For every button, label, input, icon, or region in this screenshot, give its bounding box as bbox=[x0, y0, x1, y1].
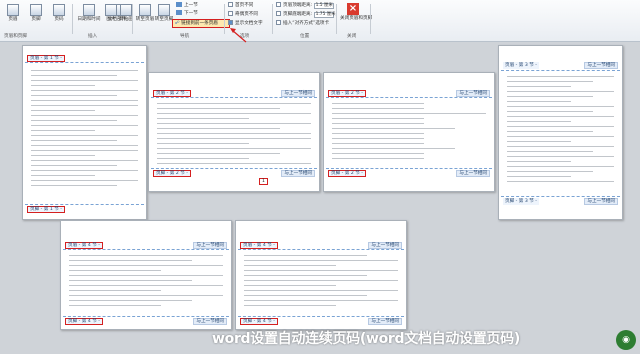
arrow-line-top bbox=[231, 29, 247, 43]
footer-boundary bbox=[151, 168, 317, 169]
page-header-tag[interactable]: 页眉 - 第 2 节 - bbox=[328, 90, 366, 97]
header-boundary bbox=[63, 249, 229, 250]
same-as-previous-tag[interactable]: 与上一节相同 bbox=[281, 90, 315, 97]
header-boundary bbox=[151, 97, 317, 98]
footer-boundary bbox=[238, 316, 404, 317]
page-6: 页眉 - 第 4 节 - 与上一节相同 页脚 - 第 4 节 - 与上一节相同 bbox=[235, 220, 407, 330]
page-5: 页眉 - 第 4 节 - 与上一节相同 页脚 - 第 4 节 - 与上一节相同 bbox=[60, 220, 232, 330]
page-4: 页眉 - 第 3 节 - 与上一节相同 页脚 - 第 3 节 - 与上一节相同 bbox=[498, 45, 623, 220]
footer-boundary bbox=[63, 316, 229, 317]
header-boundary bbox=[326, 97, 492, 98]
same-as-previous-tag[interactable]: 与上一节相同 bbox=[584, 198, 618, 205]
page-body-text bbox=[31, 70, 138, 190]
same-as-previous-tag[interactable]: 与上一节相同 bbox=[281, 170, 315, 177]
page-1: 页眉 - 第 1 节 - 页脚 - 第 1 节 - bbox=[22, 45, 147, 220]
site-logo-icon: ◉ bbox=[616, 330, 636, 350]
page-header-tag[interactable]: 页眉 - 第 2 节 - bbox=[153, 90, 191, 97]
page-footer-tag[interactable]: 页脚 - 第 2 节 - bbox=[328, 170, 366, 177]
image-caption: word设置自动连续页码(word文档自动设置页码) bbox=[212, 331, 520, 347]
same-as-previous-tag[interactable]: 与上一节相同 bbox=[368, 242, 402, 249]
same-as-previous-tag[interactable]: 与上一节相同 bbox=[368, 318, 402, 325]
page-footer-tag[interactable]: 页脚 - 第 4 节 - bbox=[240, 318, 278, 325]
header-boundary bbox=[25, 62, 144, 63]
footer-boundary bbox=[326, 168, 492, 169]
page-footer-tag[interactable]: 页脚 - 第 3 节 - bbox=[503, 198, 539, 205]
page-body-text bbox=[332, 103, 486, 163]
page-header-tag[interactable]: 页眉 - 第 3 节 - bbox=[503, 62, 539, 69]
page-number-marker[interactable]: 1 bbox=[259, 178, 268, 185]
page-header-tag[interactable]: 页眉 - 第 4 节 - bbox=[65, 242, 103, 249]
same-as-previous-tag[interactable]: 与上一节相同 bbox=[193, 318, 227, 325]
page-2: 页眉 - 第 2 节 - 与上一节相同 页脚 - 第 2 节 - 与上一节相同 … bbox=[148, 72, 320, 192]
same-as-previous-tag[interactable]: 与上一节相同 bbox=[456, 170, 490, 177]
page-body-text bbox=[69, 255, 223, 310]
page-3: 页眉 - 第 2 节 - 与上一节相同 页脚 - 第 2 节 - 与上一节相同 bbox=[323, 72, 495, 192]
page-footer-tag[interactable]: 页脚 - 第 1 节 - bbox=[27, 206, 65, 213]
page-body-text bbox=[507, 76, 614, 186]
page-header-tag[interactable]: 页眉 - 第 1 节 - bbox=[27, 55, 65, 62]
footer-boundary bbox=[501, 196, 620, 197]
page-footer-tag[interactable]: 页脚 - 第 4 节 - bbox=[65, 318, 103, 325]
footer-boundary bbox=[25, 204, 144, 205]
header-boundary bbox=[501, 70, 620, 71]
same-as-previous-tag[interactable]: 与上一节相同 bbox=[193, 242, 227, 249]
page-header-tag[interactable]: 页眉 - 第 4 节 - bbox=[240, 242, 278, 249]
page-footer-tag[interactable]: 页脚 - 第 2 节 - bbox=[153, 170, 191, 177]
page-body-text bbox=[244, 255, 398, 310]
header-boundary bbox=[238, 249, 404, 250]
same-as-previous-tag[interactable]: 与上一节相同 bbox=[456, 90, 490, 97]
same-as-previous-tag[interactable]: 与上一节相同 bbox=[584, 62, 618, 69]
page-body-text bbox=[157, 103, 311, 168]
